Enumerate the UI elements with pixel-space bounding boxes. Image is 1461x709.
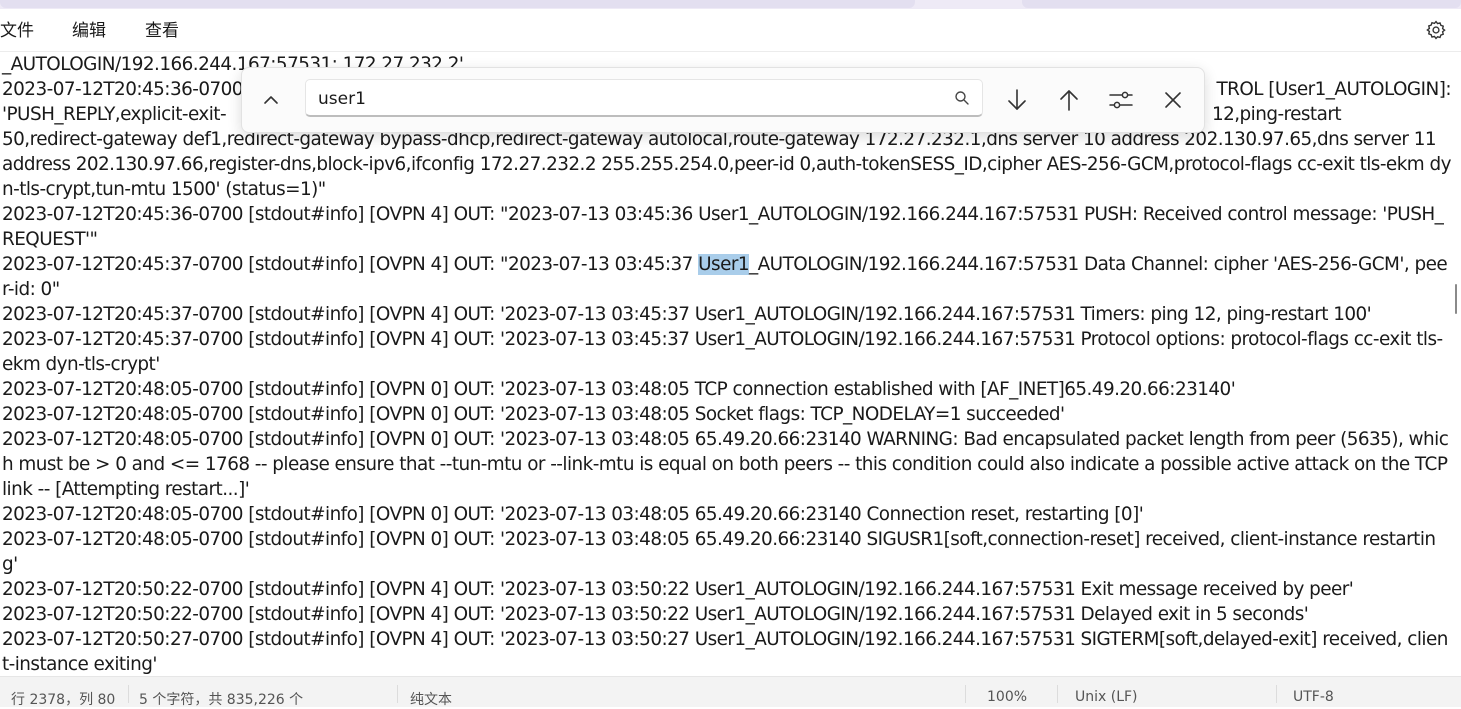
menu-view[interactable]: 查看 [145, 20, 179, 42]
log-line: 2023-07-12T20:50:22-0700 [stdout#info] [… [2, 604, 1309, 625]
arrow-down-icon [1002, 89, 1032, 119]
find-bar [241, 67, 1205, 133]
status-cursor-position[interactable]: 行 2378，列 80 [11, 689, 115, 709]
status-divider [1057, 685, 1058, 703]
log-line: 2023-07-12T20:45:37-0700 [stdout#info] [… [2, 329, 1443, 375]
log-line: 2023-07-12T20:48:05-0700 [stdout#info] [… [2, 429, 1449, 500]
find-options-button[interactable] [1106, 85, 1136, 115]
gear-icon[interactable] [1425, 19, 1447, 41]
log-line: 2023-07-12T20:48:05-0700 [stdout#info] [… [2, 379, 1236, 400]
log-line-data-channel: 2023-07-12T20:45:37-0700 [stdout#info] [… [0, 252, 1451, 302]
status-divider [128, 685, 129, 703]
search-icon[interactable] [954, 90, 970, 106]
log-line: 2023-07-12T20:48:05-0700 [stdout#info] [… [2, 404, 1065, 425]
log-line-push-reply-start: 2023-07-12T20:45:36-0700 [2, 79, 244, 100]
options-icon [1106, 91, 1136, 119]
find-close-button[interactable] [1158, 85, 1188, 115]
status-divider [397, 685, 398, 703]
find-previous-button[interactable] [1054, 85, 1084, 115]
status-zoom[interactable]: 100% [987, 689, 1027, 705]
close-icon [1158, 92, 1188, 119]
status-format[interactable]: 纯文本 [410, 689, 452, 709]
menu-bar: 文件 编辑 查看 [0, 9, 1461, 52]
status-encoding[interactable]: UTF-8 [1293, 689, 1334, 705]
menu-edit[interactable]: 编辑 [72, 20, 106, 42]
log-line: 2023-07-12T20:50:22-0700 [stdout#info] [… [2, 579, 1354, 600]
tab-strip [0, 0, 1461, 9]
vertical-scrollbar[interactable] [1452, 52, 1458, 676]
status-divider [1276, 685, 1277, 703]
log-line-push-reply-wrap-end: 12,ping-restart [1211, 104, 1342, 125]
log-line: 50,redirect-gateway def1,redirect-gatewa… [2, 129, 1451, 200]
log-line: 2023-07-12T20:45:37-0700 [stdout#info] [… [2, 304, 1372, 325]
tab-fragment[interactable] [1022, 0, 1461, 8]
status-selection-count: 5 个字符，共 835,226 个 [139, 692, 304, 708]
search-input[interactable] [316, 87, 940, 111]
scrollbar-thumb[interactable] [1455, 284, 1457, 314]
log-line: 2023-07-12T20:48:05-0700 [stdout#info] [… [2, 529, 1436, 575]
log-text: 2023-07-12T20:45:37-0700 [stdout#info] [… [2, 254, 699, 275]
status-bar: 行 2378，列 80 5 个字符，共 835,226 个 纯文本 100% U… [0, 676, 1461, 709]
menu-file[interactable]: 文件 [0, 20, 34, 42]
log-line: 2023-07-12T20:48:05-0700 [stdout#info] [… [2, 504, 1144, 525]
arrow-up-icon [1054, 90, 1084, 119]
status-divider [965, 685, 966, 703]
log-line: 2023-07-12T20:50:27-0700 [stdout#info] [… [2, 629, 1448, 675]
log-line-push-reply-wrap-start: 'PUSH_REPLY,explicit-exit- [2, 104, 227, 125]
text-editor[interactable]: _AUTOLOGIN/192.166.244.167:57531: 172.27… [0, 52, 1451, 676]
status-line-ending[interactable]: Unix (LF) [1075, 689, 1138, 705]
chevron-up-icon[interactable] [258, 87, 284, 113]
search-match-highlight: User1 [698, 254, 750, 275]
find-next-button[interactable] [1002, 85, 1032, 115]
log-line: 2023-07-12T20:45:36-0700 [stdout#info] [… [2, 204, 1444, 250]
log-line-push-reply-end: TROL [User1_AUTOLOGIN]: [1216, 79, 1451, 100]
tab-fragment[interactable] [0, 0, 915, 8]
search-input-box [305, 79, 983, 117]
